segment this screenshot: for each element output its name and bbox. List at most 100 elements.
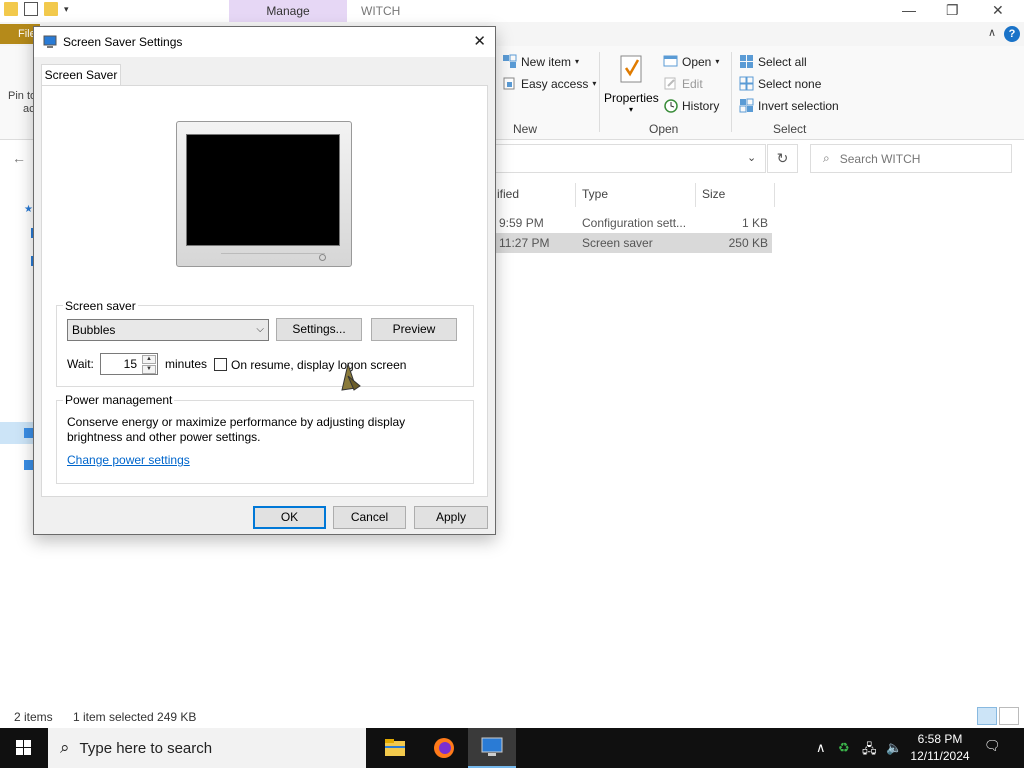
- preview-button[interactable]: Preview: [371, 318, 457, 341]
- wait-value: 15: [123, 357, 137, 371]
- window-title: WITCH: [361, 4, 401, 18]
- firefox-icon: [434, 738, 454, 758]
- file-explorer-icon: [385, 739, 405, 756]
- status-bar: 2 items 1 item selected 249 KB: [0, 706, 1024, 728]
- apply-button[interactable]: Apply: [414, 506, 488, 529]
- easy-access-label: Easy access: [521, 76, 589, 91]
- security-icon[interactable]: ♻: [838, 740, 850, 756]
- chevron-down-icon[interactable]: ▾: [64, 2, 78, 16]
- close-icon[interactable]: ✕: [473, 32, 486, 50]
- select-none-label: Select none: [758, 76, 822, 91]
- search-icon: ⌕: [823, 151, 830, 165]
- minimize-icon[interactable]: —: [902, 2, 916, 18]
- invert-selection-button[interactable]: Invert selection: [739, 98, 839, 113]
- new-item-button[interactable]: New item ▾: [502, 54, 579, 69]
- notifications-icon[interactable]: 🗨: [984, 738, 1001, 754]
- quick-access-toolbar: ▾: [0, 2, 78, 16]
- refresh-icon[interactable]: ↻: [767, 144, 798, 173]
- select-none-icon: [739, 76, 754, 91]
- search-icon: ⌕: [60, 738, 70, 757]
- screen-saver-icon: [481, 737, 503, 756]
- file-row[interactable]: 11:27 PM Screen saver 250 KB: [494, 233, 772, 253]
- clock[interactable]: 6:58 PM 12/11/2024: [908, 731, 972, 765]
- resume-logon-label[interactable]: On resume, display logon screen: [231, 358, 406, 372]
- taskbar-search-placeholder: Type here to search: [79, 739, 213, 757]
- new-item-icon: [503, 54, 517, 68]
- screen-saver-select-value: Bubbles: [72, 323, 116, 337]
- open-button[interactable]: Open ▾: [663, 54, 719, 69]
- status-item-count: 2 items: [14, 710, 53, 724]
- history-button[interactable]: History: [663, 98, 719, 113]
- dialog-title: Screen Saver Settings: [63, 35, 183, 49]
- monitor-preview: [176, 121, 352, 267]
- witch-cursor-icon: [341, 362, 361, 391]
- dialog-titlebar: Screen Saver Settings ✕: [34, 27, 495, 57]
- large-icons-view-icon[interactable]: [999, 707, 1019, 725]
- new-folder-icon[interactable]: [44, 2, 58, 16]
- row-size: 250 KB: [728, 236, 768, 250]
- screen-saver-select[interactable]: Bubbles ⌵: [67, 319, 269, 341]
- windows-logo-icon: [16, 740, 31, 755]
- taskbar-search[interactable]: ⌕ Type here to search: [48, 728, 366, 768]
- ok-button[interactable]: OK: [253, 506, 326, 529]
- monitor-base: [221, 253, 325, 263]
- start-button[interactable]: [0, 728, 48, 768]
- edit-label: Edit: [682, 76, 703, 91]
- address-bar[interactable]: [494, 144, 766, 173]
- file-row[interactable]: 9:59 PM Configuration sett... 1 KB: [494, 213, 772, 233]
- change-power-settings-link[interactable]: Change power settings: [67, 453, 190, 467]
- row-modified: 9:59 PM: [499, 216, 544, 230]
- pin-label: Pin to: [8, 90, 37, 102]
- select-all-label: Select all: [758, 54, 807, 69]
- preview-screen: [186, 134, 340, 246]
- tab-manage[interactable]: Manage: [229, 0, 347, 22]
- properties-label: Properties: [604, 91, 659, 105]
- taskbar-firefox[interactable]: [420, 728, 468, 768]
- easy-access-button[interactable]: Easy access ▾: [502, 76, 596, 91]
- maximize-icon[interactable]: ❐: [946, 2, 959, 19]
- spin-up-icon[interactable]: ▲: [142, 355, 156, 364]
- group-new-label: New: [513, 122, 538, 136]
- status-selection: 1 item selected 249 KB: [73, 710, 197, 724]
- screen-saver-dialog: Screen Saver Settings ✕ Screen Saver Scr…: [33, 26, 496, 535]
- network-icon[interactable]: 🖧: [862, 740, 877, 762]
- search-box[interactable]: ⌕ Search WITCH: [810, 144, 1012, 173]
- wait-minutes-stepper[interactable]: 15 ▲ ▼: [100, 353, 158, 375]
- back-arrow-icon[interactable]: ←: [12, 150, 26, 166]
- power-description: Conserve energy or maximize performance …: [67, 415, 406, 444]
- help-icon[interactable]: ?: [1004, 26, 1020, 42]
- row-type: Screen saver: [582, 236, 653, 250]
- select-all-button[interactable]: Select all: [739, 54, 807, 69]
- screen-saver-icon: [43, 35, 57, 48]
- invert-selection-label: Invert selection: [758, 98, 839, 113]
- row-size: 1 KB: [741, 216, 768, 230]
- show-hidden-icons-icon[interactable]: ∧: [816, 740, 826, 756]
- search-placeholder: Search WITCH: [839, 151, 921, 166]
- column-type[interactable]: Type: [582, 187, 608, 201]
- column-modified[interactable]: ified: [497, 187, 519, 201]
- chevron-down-icon: ⌵: [256, 324, 264, 335]
- explorer-titlebar: ▾ Manage WITCH — ❐ ✕: [0, 0, 1024, 22]
- taskbar-file-explorer[interactable]: [371, 728, 419, 768]
- ribbon-separator: [599, 52, 600, 132]
- folder-icon[interactable]: [4, 2, 18, 16]
- collapse-ribbon-icon[interactable]: ∧: [988, 26, 996, 39]
- spin-down-icon[interactable]: ▼: [142, 365, 156, 374]
- resume-logon-checkbox[interactable]: [214, 358, 227, 371]
- properties-check-icon[interactable]: [24, 2, 38, 16]
- edit-button[interactable]: Edit: [663, 76, 703, 91]
- tab-screen-saver[interactable]: Screen Saver: [41, 64, 121, 86]
- new-item-label: New item: [521, 54, 572, 69]
- taskbar-screen-saver-settings[interactable]: [468, 728, 516, 768]
- properties-button[interactable]: Properties ▾: [604, 54, 659, 114]
- column-size[interactable]: Size: [702, 187, 725, 201]
- address-chevron-icon[interactable]: ⌄: [747, 151, 756, 164]
- volume-icon[interactable]: 🔈: [886, 740, 902, 756]
- cancel-button[interactable]: Cancel: [333, 506, 406, 529]
- select-none-button[interactable]: Select none: [739, 76, 821, 91]
- details-view-icon[interactable]: [977, 707, 997, 725]
- power-led-icon: [319, 254, 326, 261]
- settings-button[interactable]: Settings...: [276, 318, 362, 341]
- row-type: Configuration sett...: [582, 216, 687, 230]
- close-icon[interactable]: ✕: [992, 2, 1004, 19]
